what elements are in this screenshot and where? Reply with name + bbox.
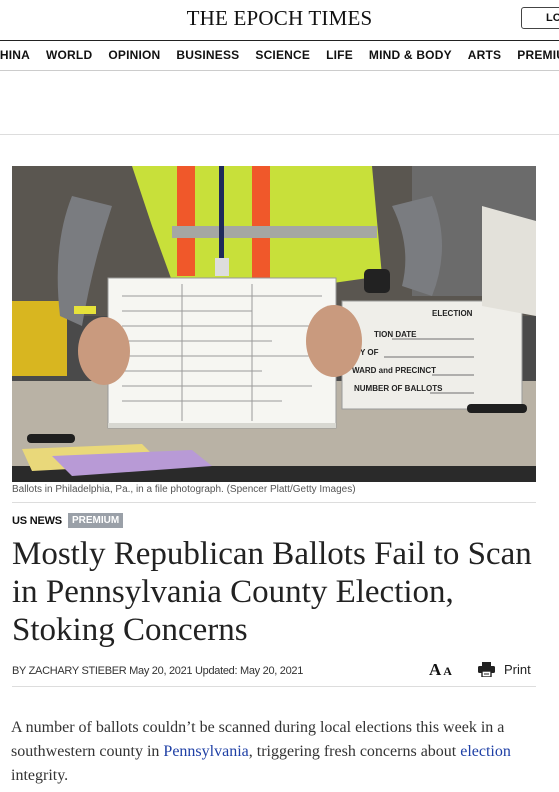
print-button[interactable]: Print: [478, 662, 531, 677]
box-line-1: TION DATE: [374, 330, 417, 339]
font-size-large-glyph: A: [429, 660, 442, 679]
premium-badge[interactable]: PREMIUM: [67, 513, 124, 528]
body-text-segment: , triggering fresh concerns about: [248, 743, 461, 760]
nav-item-arts[interactable]: ARTS: [468, 48, 501, 62]
ballot-photo-illustration: ELECTION TION DATE Y OF WARD and PRECINC…: [12, 166, 536, 482]
font-size-small-glyph: A: [443, 664, 452, 678]
caption-text: Ballots in Philadelphia, Pa., in a file …: [12, 484, 356, 495]
article-body-paragraph: A number of ballots couldn’t be scanned …: [11, 716, 556, 788]
nav-item-world[interactable]: WORLD: [46, 48, 92, 62]
nav-item-premium[interactable]: PREMIUM: [517, 48, 559, 62]
font-size-icon[interactable]: AA: [429, 660, 452, 680]
box-line-3: WARD and PRECINCT: [352, 366, 436, 375]
byline-divider: [12, 686, 536, 687]
masthead: THE EPOCH TIMES LOG: [0, 0, 559, 40]
article-byline: BY ZACHARY STIEBER May 20, 2021 Updated:…: [12, 665, 304, 677]
nav-item-opinion[interactable]: OPINION: [108, 48, 160, 62]
box-line-2: Y OF: [360, 348, 379, 357]
section-link[interactable]: US NEWS: [12, 515, 62, 527]
photo-caption: Ballots in Philadelphia, Pa., in a file …: [12, 484, 536, 503]
nav-item-science[interactable]: SCIENCE: [255, 48, 310, 62]
nav-list: CHINA WORLD OPINION BUSINESS SCIENCE LIFE MIND…: [0, 48, 559, 62]
login-button[interactable]: LOG: [521, 7, 559, 29]
election-link[interactable]: election: [460, 743, 511, 760]
site-logo[interactable]: THE EPOCH TIMES: [0, 6, 559, 31]
body-text-segment: integrity.: [11, 767, 69, 784]
nav-item-life[interactable]: LIFE: [326, 48, 353, 62]
article-headline: Mostly Republican Ballots Fail to Scan i…: [12, 536, 532, 648]
printer-icon: [478, 662, 495, 677]
nav-item-business[interactable]: BUSINESS: [176, 48, 239, 62]
nav-item-mind-body[interactable]: MIND & BODY: [369, 48, 452, 62]
article-tags: US NEWS PREMIUM: [12, 513, 124, 528]
main-navigation: CHINA WORLD OPINION BUSINESS SCIENCE LIFE MIND…: [0, 40, 559, 71]
box-label: ELECTION: [432, 309, 473, 318]
article-photo: ELECTION TION DATE Y OF WARD and PRECINC…: [12, 166, 536, 482]
nav-item-china[interactable]: CHINA: [0, 48, 30, 62]
box-line-4: NUMBER OF BALLOTS: [354, 384, 443, 393]
ad-area-divider: [0, 134, 559, 135]
print-label: Print: [504, 662, 531, 677]
pennsylvania-link[interactable]: Pennsylvania: [163, 743, 248, 760]
